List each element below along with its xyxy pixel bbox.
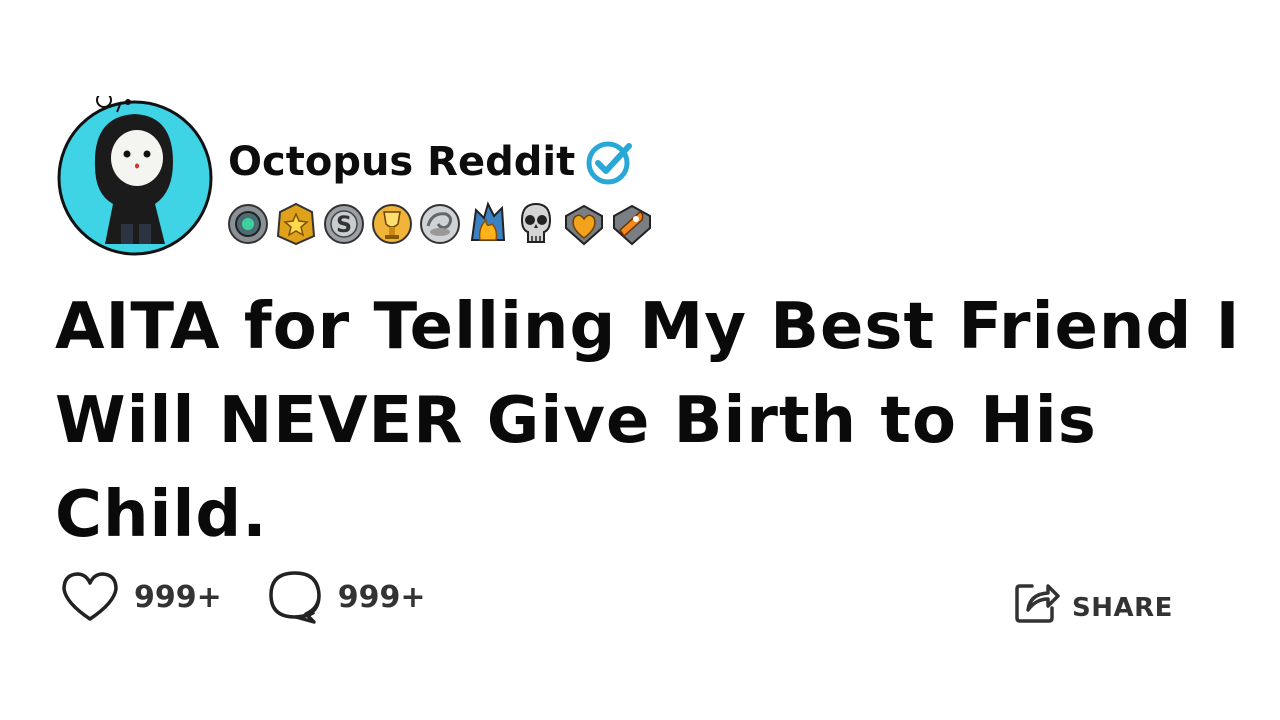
heart-icon <box>62 572 118 621</box>
author-name[interactable]: Octopus Reddit <box>228 138 575 186</box>
comment-button[interactable]: 999+ <box>266 568 426 626</box>
comment-bubble-icon <box>269 571 321 624</box>
gold-heart-award-icon[interactable] <box>562 200 606 248</box>
gold-star-award-icon[interactable] <box>274 200 318 248</box>
gold-trophy-award-icon[interactable] <box>370 200 414 248</box>
share-label: SHARE <box>1072 593 1173 623</box>
fire-award-icon[interactable] <box>466 200 510 248</box>
rocket-award-icon[interactable] <box>610 200 654 248</box>
silver-swirl-award-icon[interactable] <box>418 200 462 248</box>
post-stats: 999+ 999+ <box>60 568 470 626</box>
skull-award-icon[interactable] <box>514 200 558 248</box>
verified-badge-icon <box>586 141 633 185</box>
share-icon <box>1015 584 1060 623</box>
post-title: AITA for Telling My Best Friend I Will N… <box>55 290 1241 552</box>
awards-row: S <box>226 200 654 248</box>
share-button[interactable]: SHARE <box>1014 578 1173 624</box>
green-gem-award-icon[interactable] <box>226 200 270 248</box>
like-button[interactable]: 999+ <box>60 569 222 625</box>
comment-count: 999+ <box>337 579 426 615</box>
avatar[interactable] <box>55 96 215 256</box>
svg-text:S: S <box>336 213 352 238</box>
author-row: Octopus Reddit <box>228 136 635 188</box>
silver-s-coin-award-icon[interactable]: S <box>322 200 366 248</box>
like-count: 999+ <box>134 579 222 615</box>
